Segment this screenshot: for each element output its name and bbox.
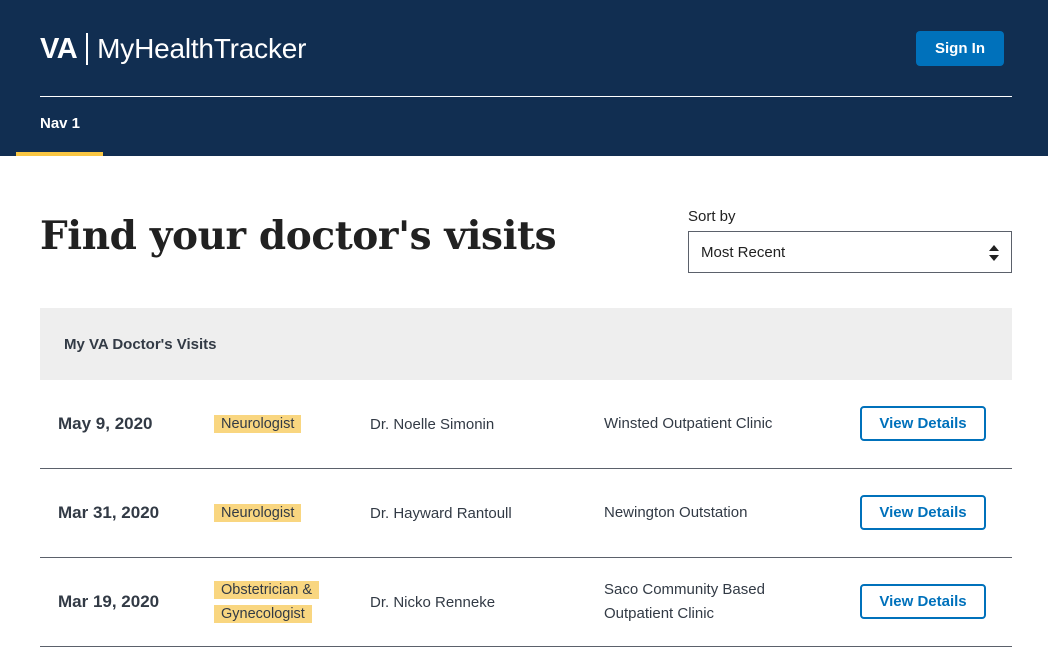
doctor-name: Dr. Hayward Rantoull bbox=[370, 505, 512, 522]
view-details-button[interactable]: View Details bbox=[860, 495, 986, 530]
specialty-tag: Obstetrician & Gynecologist bbox=[214, 581, 320, 623]
specialty-tag: Neurologist bbox=[214, 415, 302, 433]
page-title: Find your doctor's visits bbox=[40, 213, 557, 259]
sign-in-button[interactable]: Sign In bbox=[916, 31, 1004, 66]
sort-by-selected-value: Most Recent bbox=[701, 243, 786, 261]
header-divider bbox=[40, 96, 1012, 97]
table-row: Mar 31, 2020 Neurologist Dr. Hayward Ran… bbox=[40, 469, 1012, 558]
select-arrows-icon bbox=[989, 245, 999, 261]
brand-va: VA bbox=[40, 32, 78, 65]
view-details-button[interactable]: View Details bbox=[860, 584, 986, 619]
specialty-cell: Obstetrician & Gynecologist bbox=[214, 578, 324, 626]
brand-separator bbox=[86, 33, 89, 65]
visit-date: Mar 31, 2020 bbox=[58, 503, 160, 522]
table-row: May 9, 2020 Neurologist Dr. Noelle Simon… bbox=[40, 380, 1012, 469]
specialty-cell: Neurologist bbox=[214, 501, 324, 525]
nav-item-nav-1[interactable]: Nav 1 bbox=[16, 97, 103, 156]
sort-by-select[interactable]: Most Recent bbox=[688, 231, 1012, 273]
doctor-name: Dr. Nicko Renneke bbox=[370, 594, 496, 611]
visit-date: May 9, 2020 bbox=[58, 414, 153, 433]
view-details-button[interactable]: View Details bbox=[860, 406, 986, 441]
specialty-tag: Neurologist bbox=[214, 504, 302, 522]
doctor-name: Dr. Noelle Simonin bbox=[370, 416, 495, 433]
clinic-location: Saco Community Based Outpatient Clinic bbox=[604, 581, 765, 622]
specialty-cell: Neurologist bbox=[214, 412, 324, 436]
sort-by-label: Sort by bbox=[688, 208, 736, 225]
clinic-location: Winsted Outpatient Clinic bbox=[604, 415, 773, 432]
visit-date: Mar 19, 2020 bbox=[58, 592, 160, 611]
site-header: VA MyHealthTracker Sign In Nav 1 bbox=[0, 0, 1048, 156]
brand-logo[interactable]: VA MyHealthTracker bbox=[40, 31, 306, 67]
clinic-location: Newington Outstation bbox=[604, 504, 748, 521]
table-row: Mar 19, 2020 Obstetrician & Gynecologist… bbox=[40, 558, 1012, 647]
table-heading: My VA Doctor's Visits bbox=[40, 308, 1012, 380]
brand-name: MyHealthTracker bbox=[97, 33, 307, 64]
